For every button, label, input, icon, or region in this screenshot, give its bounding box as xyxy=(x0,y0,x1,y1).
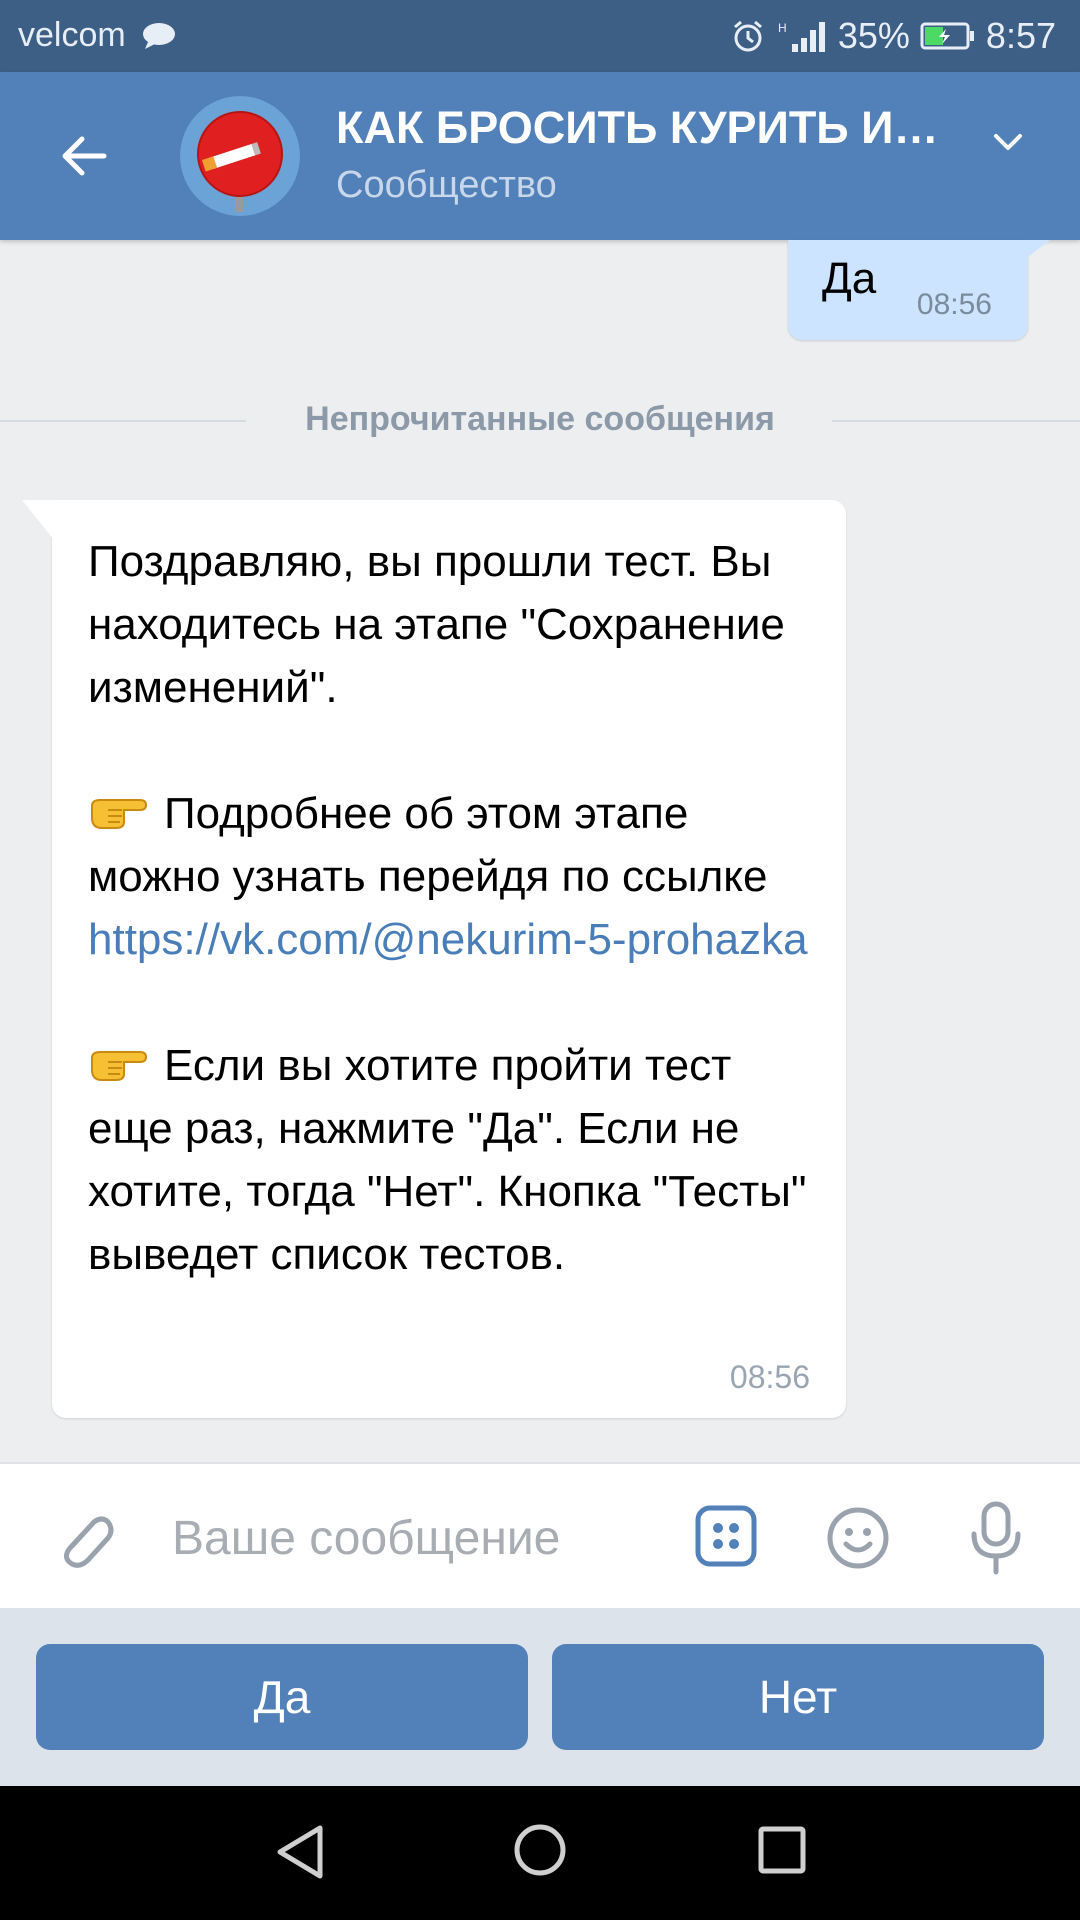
outgoing-message[interactable]: Да 08:56 xyxy=(788,240,1050,340)
battery-icon xyxy=(920,22,974,50)
paperclip-icon[interactable] xyxy=(50,1504,120,1574)
bot-keyboard-icon[interactable] xyxy=(694,1504,758,1568)
alarm-icon xyxy=(733,20,762,52)
chat-bubble-icon xyxy=(143,23,175,49)
nav-recents-icon[interactable] xyxy=(756,1824,808,1876)
message-body: Поздравляю, вы прошли тест. Вы находитес… xyxy=(88,530,828,1286)
unread-divider: Непрочитанные сообщения xyxy=(0,400,1080,440)
carrier-name: velcom xyxy=(18,16,126,54)
message-paragraph: Поздравляю, вы прошли тест. Вы находитес… xyxy=(88,537,785,712)
message-text-instructions: Если вы хотите пройти тест еще раз, нажм… xyxy=(88,1041,807,1279)
community-subtitle: Сообщество xyxy=(336,164,557,206)
chevron-down-icon[interactable] xyxy=(990,124,1026,160)
chat-header: КАК БРОСИТЬ КУРИТЬ И… Сообщество xyxy=(0,72,1080,240)
smile-icon[interactable] xyxy=(826,1506,890,1570)
pointing-hand-icon xyxy=(91,1051,148,1081)
divider-line xyxy=(832,420,1080,422)
message-text-prefix: Подробнее об этом этапе можно узнать пер… xyxy=(88,789,768,901)
nav-back-icon[interactable] xyxy=(272,1822,328,1882)
message-composer: Ваше сообщение xyxy=(0,1462,1080,1608)
message-text: Да xyxy=(822,254,877,303)
back-arrow-icon[interactable] xyxy=(54,126,114,186)
clock: 8:57 xyxy=(985,15,1056,56)
message-input[interactable]: Ваше сообщение xyxy=(172,1504,652,1574)
message-paragraph: Подробнее об этом этапе можно узнать пер… xyxy=(88,782,828,971)
message-time: 08:56 xyxy=(916,288,992,321)
status-bar: velcom H 35% 8:57 xyxy=(0,0,1080,72)
quick-replies: Да Нет xyxy=(0,1608,1080,1786)
signal-icon: H xyxy=(778,21,825,52)
system-nav-bar xyxy=(0,1786,1080,1920)
nav-home-icon[interactable] xyxy=(512,1822,568,1878)
bubble-tail xyxy=(1024,240,1050,260)
incoming-message[interactable]: Поздравляю, вы прошли тест. Вы находитес… xyxy=(22,500,846,1418)
svg-text:H: H xyxy=(778,21,787,35)
community-avatar[interactable] xyxy=(180,96,300,216)
community-title[interactable]: КАК БРОСИТЬ КУРИТЬ И… xyxy=(336,102,956,154)
no-smoking-avatar xyxy=(180,96,300,216)
message-time: 08:56 xyxy=(729,1359,810,1395)
status-icons: H 35% 8:57 xyxy=(730,14,1056,58)
bubble-tail xyxy=(22,500,54,540)
article-link[interactable]: https://vk.com/@nekurim-5-prohazka xyxy=(88,915,808,964)
message-paragraph: Если вы хотите пройти тест еще раз, нажм… xyxy=(88,1034,828,1286)
battery-percent: 35% xyxy=(837,15,910,56)
reply-no-button[interactable]: Нет xyxy=(552,1644,1044,1750)
reply-yes-button[interactable]: Да xyxy=(36,1644,528,1750)
microphone-icon[interactable] xyxy=(966,1500,1026,1576)
pointing-hand-icon xyxy=(91,799,148,829)
